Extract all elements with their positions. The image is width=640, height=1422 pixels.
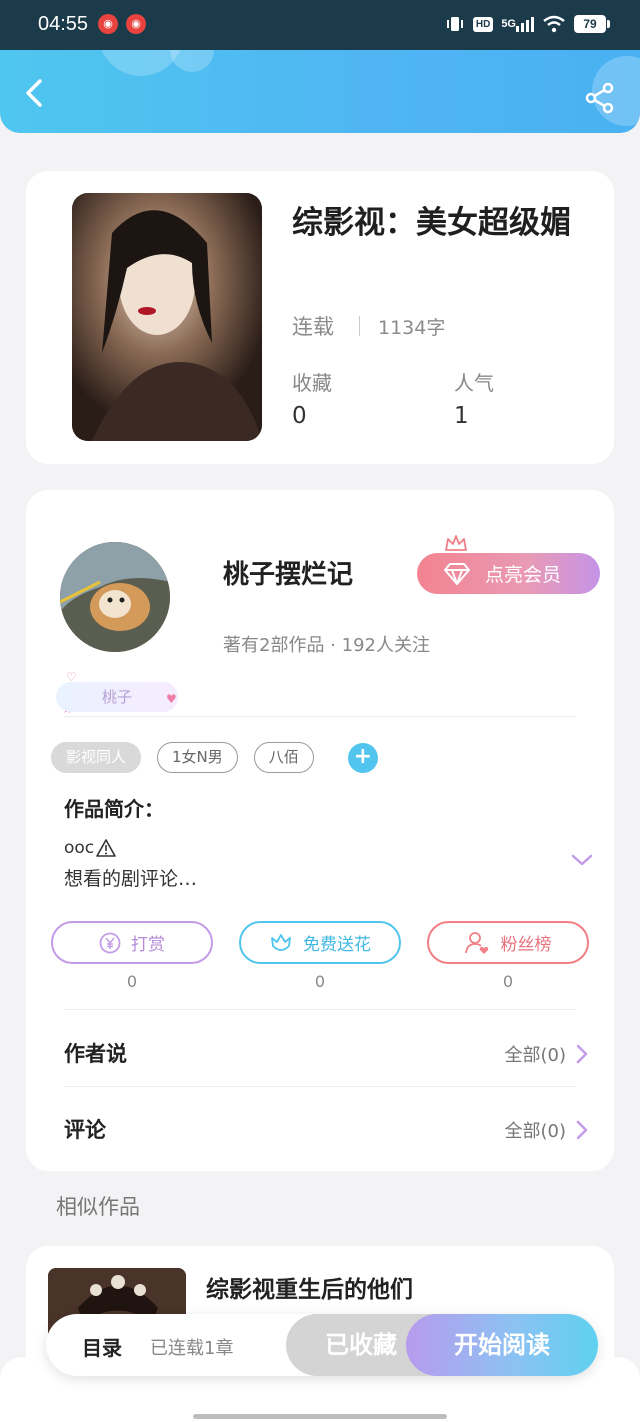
home-indicator[interactable] (193, 1414, 447, 1419)
chevron-right-icon (576, 1120, 588, 1140)
author-avatar[interactable] (60, 542, 170, 652)
header-bar (0, 50, 640, 133)
back-button[interactable] (20, 78, 50, 108)
tag[interactable]: 影视同人 (51, 742, 142, 773)
divider (64, 1009, 576, 1010)
author-says-all-link[interactable]: 全部(0) (505, 1041, 589, 1067)
intro-text: ooc (64, 838, 95, 858)
author-name[interactable]: 桃子摆烂记 (223, 554, 353, 591)
intro-label: 作品简介： (64, 797, 164, 821)
flower-icon (271, 933, 291, 951)
status-bar: 04:55 ◉ ◉ HD 5G 79 (0, 0, 640, 50)
fan-ranking-label: 粉丝榜 (500, 935, 552, 955)
author-meta: 著有2部作品 · 192人关注 (223, 635, 430, 656)
add-tag-button[interactable]: + (347, 742, 378, 773)
divider (64, 1086, 576, 1087)
intro-line: ooc (64, 838, 116, 858)
bottom-action-bar: 目录 已连载1章 已收藏 开始阅读 (46, 1314, 598, 1376)
battery-icon: 79 (574, 15, 610, 33)
book-info-card: 综影视：美女超级媚 连载 1134字 收藏 0 人气 1 (26, 171, 614, 464)
tag-list: 影视同人 1女N男 八佰 + (51, 742, 378, 773)
user-heart-icon (464, 931, 488, 954)
similar-works-title: 相似作品 (56, 1195, 140, 1219)
chapter-count[interactable]: 已连载1章 (150, 1334, 233, 1360)
book-title: 综影视：美女超级媚 (292, 205, 571, 241)
popularity-label: 人气 (454, 371, 494, 395)
similar-book-title[interactable]: 综影视重生后的他们 (206, 1270, 413, 1304)
book-cover-image[interactable] (72, 193, 262, 441)
comments-all-link[interactable]: 全部(0) (505, 1117, 589, 1143)
status-time: 04:55 (38, 13, 89, 35)
send-flower-label: 免费送花 (303, 935, 371, 955)
decor-bubble (170, 50, 214, 72)
author-card: 桃子摆烂记 点亮会员 著有2部作品 · 192人关注 ♡ ★ 桃子 ♥ 影视同人… (26, 490, 614, 1171)
send-flower-button[interactable]: 免费送花 (239, 921, 401, 964)
flower-count: 0 (314, 972, 326, 991)
vip-button-label: 点亮会员 (485, 564, 562, 586)
warning-icon (96, 839, 116, 857)
author-badge: 桃子 (56, 682, 178, 712)
share-button[interactable] (584, 82, 616, 114)
favorites-value: 0 (292, 403, 307, 429)
yen-coin-icon (99, 932, 121, 953)
comments-all-label: 全部(0) (504, 1121, 567, 1142)
favorites-label: 收藏 (292, 371, 332, 395)
diamond-icon (444, 562, 470, 585)
popularity-value: 1 (454, 403, 469, 429)
heart-icon: ♥ (166, 692, 177, 706)
back-arrow-icon (26, 79, 42, 107)
divider (359, 316, 360, 336)
intro-text: 想看的剧评论… (64, 868, 198, 890)
share-icon (585, 82, 614, 114)
tag[interactable]: 1女N男 (157, 742, 238, 773)
fan-ranking-count: 0 (502, 972, 514, 991)
netease-notification-icon: ◉ (98, 14, 118, 34)
book-status: 连载 (292, 315, 334, 339)
author-says-all-label: 全部(0) (504, 1045, 567, 1066)
start-reading-button[interactable]: 开始阅读 (406, 1314, 598, 1376)
hd-badge: HD (472, 16, 494, 32)
comments-label: 评论 (64, 1118, 106, 1142)
tag[interactable]: 八佰 (253, 742, 314, 773)
tip-count: 0 (126, 972, 138, 991)
tip-label: 打赏 (131, 935, 165, 955)
fan-ranking-button[interactable]: 粉丝榜 (427, 921, 589, 964)
chevron-right-icon (576, 1044, 588, 1064)
divider (64, 716, 576, 717)
vip-button[interactable]: 点亮会员 (417, 553, 600, 594)
expand-chevron-down-icon[interactable] (570, 852, 594, 868)
signal-icon: 5G (501, 14, 534, 34)
author-says-label: 作者说 (64, 1042, 127, 1066)
toc-button[interactable]: 目录 (82, 1332, 122, 1361)
vibrate-icon (445, 14, 465, 34)
tip-button[interactable]: 打赏 (51, 921, 213, 964)
wifi-icon (542, 14, 566, 34)
crown-icon (445, 535, 467, 551)
netease-notification-icon: ◉ (126, 14, 146, 34)
word-count: 1134字 (378, 317, 446, 339)
